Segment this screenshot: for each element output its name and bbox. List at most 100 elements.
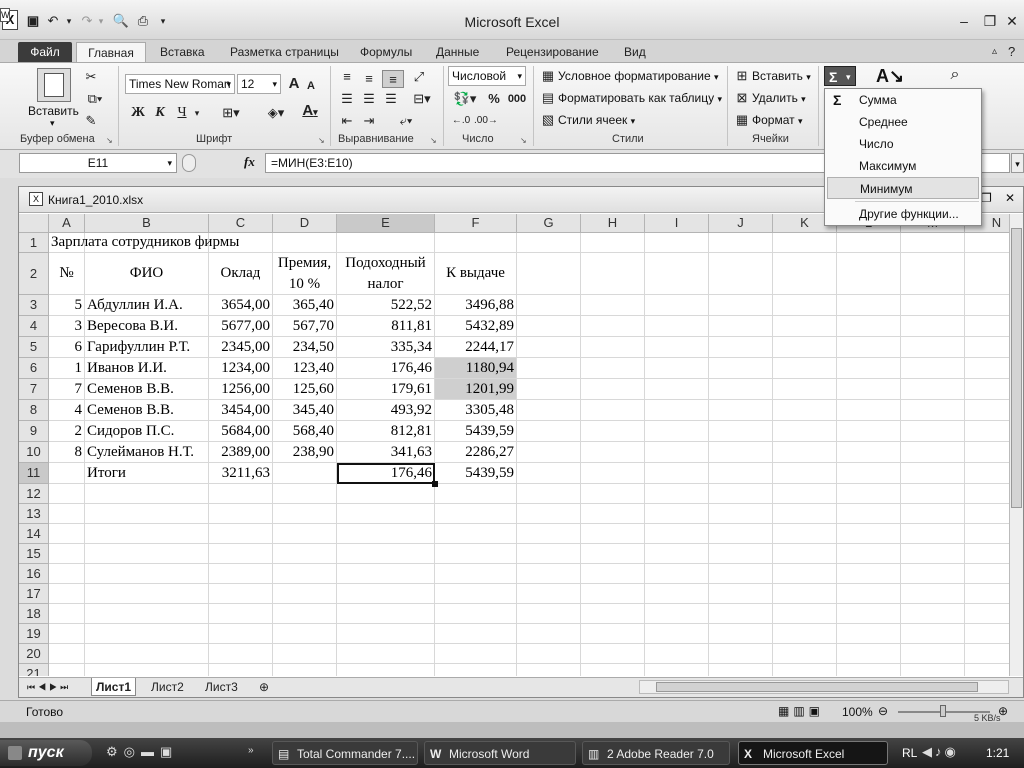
cell[interactable] [49, 664, 85, 676]
cell[interactable] [435, 664, 517, 676]
data-cell-b6[interactable]: Иванов И.И. [85, 358, 209, 379]
cell[interactable] [901, 400, 965, 421]
quick-launch-more-icon[interactable]: » [248, 745, 254, 756]
data-cell-d7[interactable]: 125,60 [273, 379, 337, 400]
start-button[interactable]: пуск [0, 740, 92, 766]
cell[interactable] [337, 544, 435, 564]
task-microsoft-excel[interactable]: X Microsoft Excel [738, 741, 888, 765]
cell[interactable] [645, 463, 709, 484]
cell[interactable] [517, 644, 581, 664]
cell[interactable] [645, 604, 709, 624]
cell[interactable] [837, 644, 901, 664]
minimize-ribbon-icon[interactable]: ▵ [988, 42, 1001, 62]
cell[interactable] [773, 544, 837, 564]
data-cell-a6[interactable]: 1 [49, 358, 85, 379]
data-cell-a3[interactable]: 5 [49, 295, 85, 316]
cell[interactable] [837, 233, 901, 253]
cell[interactable] [709, 442, 773, 463]
data-cell-f9[interactable]: 5439,59 [435, 421, 517, 442]
cell[interactable] [435, 644, 517, 664]
cell[interactable] [901, 337, 965, 358]
cell[interactable] [901, 524, 965, 544]
cell[interactable] [581, 358, 645, 379]
cell[interactable] [517, 524, 581, 544]
cell[interactable] [837, 358, 901, 379]
row-header-5[interactable]: 5 [19, 337, 49, 358]
delete-cells-icon[interactable]: ⊠ [734, 89, 750, 107]
cell[interactable] [837, 504, 901, 524]
cell[interactable] [709, 524, 773, 544]
cell[interactable] [517, 624, 581, 644]
cell[interactable] [645, 484, 709, 504]
cell[interactable] [773, 316, 837, 337]
cell[interactable] [273, 564, 337, 584]
cell[interactable] [435, 544, 517, 564]
data-cell-e5[interactable]: 335,34 [337, 337, 435, 358]
cell[interactable] [581, 400, 645, 421]
menu-item-count[interactable]: Число [825, 133, 981, 155]
cell[interactable] [273, 463, 337, 484]
cell[interactable] [901, 253, 965, 295]
cell[interactable] [435, 604, 517, 624]
cell[interactable] [837, 421, 901, 442]
cell[interactable] [645, 524, 709, 544]
task-total-commander[interactable]: ▤ Total Commander 7.... [272, 741, 418, 765]
cell[interactable] [517, 316, 581, 337]
cell[interactable] [773, 524, 837, 544]
cell[interactable] [837, 604, 901, 624]
active-cell-e11[interactable]: 176,46 [337, 463, 435, 484]
cell[interactable] [209, 664, 273, 676]
increase-decimal-icon[interactable]: ←.0 [450, 112, 472, 130]
data-cell-f6[interactable]: 1180,94 [435, 358, 517, 379]
totals-payout[interactable]: 5439,59 [435, 463, 517, 484]
column-header-f[interactable]: F [435, 214, 517, 233]
row-header-8[interactable]: 8 [19, 400, 49, 421]
tab-home[interactable]: Главная [76, 42, 146, 62]
header-num[interactable]: № [49, 253, 85, 295]
row-header-19[interactable]: 19 [19, 624, 49, 644]
cell[interactable] [709, 463, 773, 484]
vertical-scrollbar[interactable] [1009, 214, 1023, 676]
cell[interactable] [901, 624, 965, 644]
data-cell-e6[interactable]: 176,46 [337, 358, 435, 379]
row-header-17[interactable]: 17 [19, 584, 49, 604]
font-color-icon[interactable]: A▾ [296, 102, 324, 120]
cell[interactable] [273, 524, 337, 544]
row-header-2[interactable]: 2 [19, 253, 49, 295]
cell[interactable] [517, 358, 581, 379]
cell[interactable] [517, 233, 581, 253]
cell[interactable] [773, 442, 837, 463]
fill-handle[interactable] [432, 481, 438, 487]
font-size-combo[interactable]: 12 ▾ [237, 74, 281, 94]
data-cell-f5[interactable]: 2244,17 [435, 337, 517, 358]
cell[interactable] [901, 544, 965, 564]
horizontal-scroll-thumb[interactable] [656, 682, 978, 692]
paste-dropdown-icon[interactable]: ▾ [50, 118, 55, 129]
cell[interactable] [709, 644, 773, 664]
cell[interactable] [645, 624, 709, 644]
row-header-10[interactable]: 10 [19, 442, 49, 463]
cell[interactable] [901, 442, 965, 463]
data-cell-d3[interactable]: 365,40 [273, 295, 337, 316]
cell[interactable] [645, 421, 709, 442]
cell[interactable] [581, 442, 645, 463]
cell[interactable] [517, 564, 581, 584]
cell[interactable] [773, 379, 837, 400]
cell[interactable] [837, 524, 901, 544]
cell[interactable] [581, 379, 645, 400]
cell[interactable] [517, 463, 581, 484]
menu-item-more-functions[interactable]: Другие функции... [825, 203, 981, 225]
number-format-combo[interactable]: Числовой ▾ [448, 66, 526, 86]
tab-data[interactable]: Данные [432, 42, 483, 62]
cell[interactable] [581, 564, 645, 584]
underline-button[interactable]: Ч [174, 104, 190, 122]
cell[interactable] [773, 337, 837, 358]
row-header-11[interactable]: 11 [19, 463, 49, 484]
cell[interactable] [581, 544, 645, 564]
font-launcher-icon[interactable]: ↘ [318, 136, 325, 145]
insert-cells-button[interactable]: Вставить ▾ [752, 69, 811, 83]
data-cell-f10[interactable]: 2286,27 [435, 442, 517, 463]
format-as-table-icon[interactable]: ▤ [540, 89, 556, 107]
cell[interactable] [901, 316, 965, 337]
tab-file[interactable]: Файл [18, 42, 72, 62]
